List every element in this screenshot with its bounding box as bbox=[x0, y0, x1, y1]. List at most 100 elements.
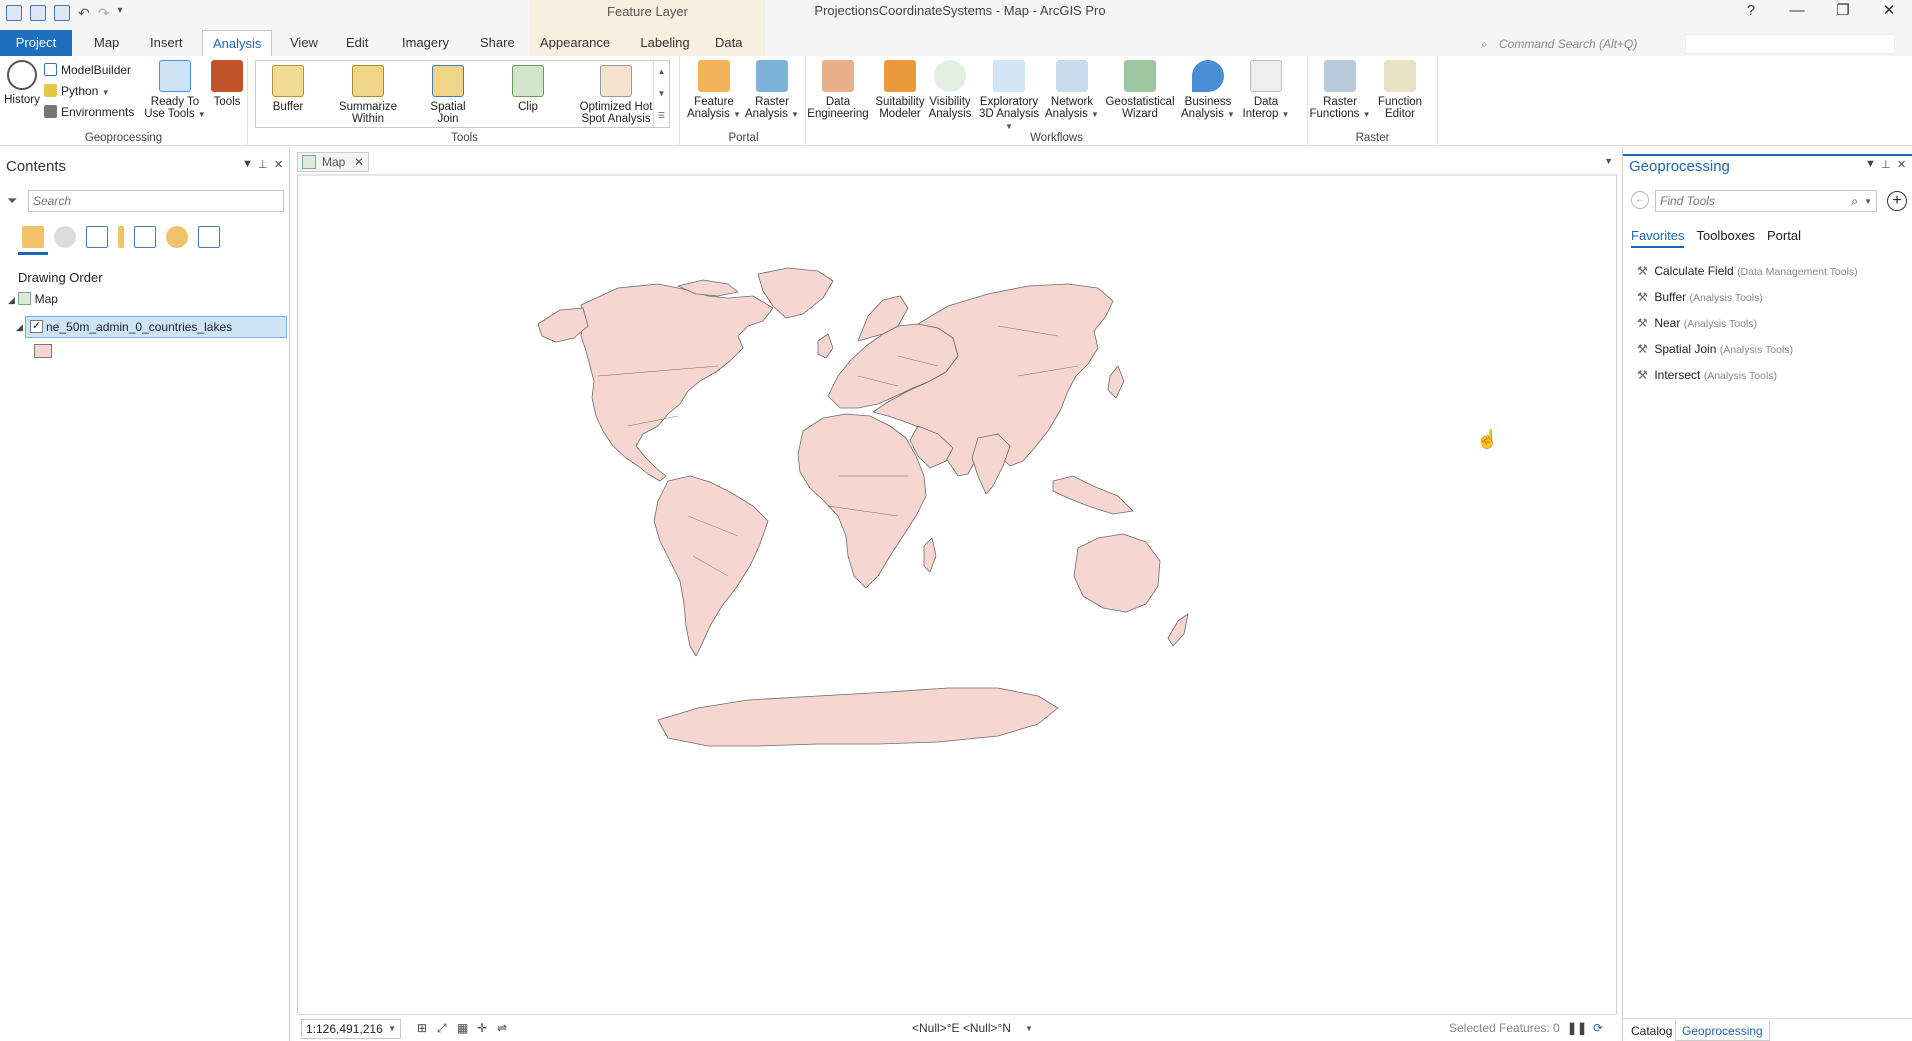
chevron-down-icon[interactable]: ▼ bbox=[1864, 192, 1872, 212]
redo-icon[interactable]: ↷ bbox=[98, 5, 110, 22]
tab-insert[interactable]: Insert bbox=[140, 30, 193, 56]
tab-edit[interactable]: Edit bbox=[336, 30, 378, 56]
pin-icon[interactable]: ⊥ bbox=[1881, 158, 1891, 171]
close-button[interactable]: ✕ bbox=[1866, 0, 1912, 24]
minimize-button[interactable]: — bbox=[1774, 0, 1820, 24]
list-item[interactable]: ⚒ Intersect (Analysis Tools) bbox=[1637, 362, 1858, 388]
close-icon[interactable]: ✕ bbox=[354, 153, 364, 171]
tab-map[interactable]: Map bbox=[84, 30, 129, 56]
layer-visibility-checkbox[interactable]: ✓ bbox=[30, 320, 43, 333]
fixed-zoom-icon[interactable]: ⤢ bbox=[437, 1021, 447, 1036]
tab-project[interactable]: Project bbox=[0, 30, 72, 56]
environments-button[interactable]: Environments bbox=[44, 102, 134, 122]
function-editor-button[interactable]: Function Editor bbox=[1368, 60, 1432, 120]
layer-row[interactable]: ✓ ne_50m_admin_0_countries_lakes bbox=[25, 316, 287, 338]
list-by-labeling-icon[interactable] bbox=[166, 226, 188, 248]
scroll-down-icon[interactable]: ▼ bbox=[654, 83, 669, 105]
tab-catalog[interactable]: Catalog bbox=[1625, 1021, 1678, 1041]
tab-labeling[interactable]: Labeling bbox=[625, 30, 705, 56]
list-item[interactable]: ⚒ Spatial Join (Analysis Tools) bbox=[1637, 336, 1858, 362]
restore-button[interactable]: ❐ bbox=[1820, 0, 1866, 24]
pin-icon[interactable]: ⊥ bbox=[258, 158, 268, 171]
tab-analysis[interactable]: Analysis bbox=[202, 30, 273, 56]
list-by-drawing-order-icon[interactable] bbox=[22, 226, 44, 248]
list-by-editing-icon[interactable] bbox=[118, 226, 124, 248]
grid-icon[interactable]: ▦ bbox=[457, 1021, 468, 1035]
layer-expand-icon[interactable]: ◢ bbox=[16, 322, 23, 333]
spatial-join-button[interactable]: Spatial Join bbox=[416, 65, 480, 125]
feature-analysis-button[interactable]: Feature Analysis ▼ bbox=[682, 60, 746, 121]
coordinate-readout[interactable]: <Null>°E <Null>°N bbox=[912, 1021, 1011, 1035]
tab-appearance[interactable]: Appearance bbox=[530, 30, 625, 56]
list-item[interactable]: ⚒ Calculate Field (Data Management Tools… bbox=[1637, 258, 1858, 284]
exploratory-3d-analysis-button[interactable]: Exploratory 3D Analysis ▼ bbox=[974, 60, 1044, 133]
add-icon[interactable]: + bbox=[1887, 191, 1907, 211]
map-view-tab[interactable]: Map ✕ bbox=[297, 152, 369, 172]
snapping-icon[interactable]: ✛ bbox=[477, 1021, 487, 1035]
raster-analysis-button[interactable]: Raster Analysis ▼ bbox=[740, 60, 804, 121]
pause-drawing-icon[interactable]: ❚❚ bbox=[1567, 1021, 1587, 1035]
map-node[interactable]: ◢ Map bbox=[8, 292, 58, 306]
scroll-up-icon[interactable]: ▲ bbox=[654, 61, 669, 83]
geostatistical-wizard-button[interactable]: Geostatistical Wizard bbox=[1102, 60, 1178, 120]
close-icon[interactable]: ✕ bbox=[274, 158, 283, 171]
layer-symbol-swatch[interactable] bbox=[34, 344, 52, 358]
python-button[interactable]: Python ▼ bbox=[44, 81, 110, 101]
business-analysis-button[interactable]: Business Analysis ▼ bbox=[1176, 60, 1240, 121]
help-button[interactable]: ? bbox=[1728, 0, 1774, 24]
list-by-data-source-icon[interactable] bbox=[54, 226, 76, 248]
network-analysis-button[interactable]: Network Analysis ▼ bbox=[1040, 60, 1104, 121]
tab-data[interactable]: Data bbox=[705, 30, 765, 56]
gallery-expand-icon[interactable]: ☰ bbox=[654, 105, 669, 127]
filter-icon[interactable]: ⏷ bbox=[7, 193, 17, 209]
visibility-analysis-button[interactable]: Visibility Analysis bbox=[922, 60, 978, 120]
tab-portal[interactable]: Portal bbox=[1767, 228, 1801, 248]
pane-options-icon[interactable]: ▼ bbox=[1865, 158, 1876, 170]
list-item[interactable]: ⚒ Buffer (Analysis Tools) bbox=[1637, 284, 1858, 310]
customize-qat-icon[interactable]: ▾ bbox=[117, 5, 122, 22]
refresh-icon[interactable]: ⟳ bbox=[1593, 1021, 1603, 1035]
tab-view[interactable]: View bbox=[280, 30, 328, 56]
ready-to-use-tools-button[interactable]: Ready To Use Tools ▼ bbox=[144, 60, 206, 121]
raster-functions-button[interactable]: Raster Functions ▼ bbox=[1308, 60, 1372, 121]
gallery-scroll[interactable]: ▲ ▼ ☰ bbox=[653, 61, 669, 127]
search-icon[interactable]: ⌕ bbox=[1851, 191, 1858, 211]
scale-selector[interactable]: 1:126,491,216 ▼ bbox=[301, 1019, 401, 1039]
measure-icon[interactable]: ⇌ bbox=[497, 1021, 507, 1035]
tab-favorites[interactable]: Favorites bbox=[1631, 228, 1685, 248]
list-item[interactable]: ⚒ Near (Analysis Tools) bbox=[1637, 310, 1858, 336]
chevron-down-icon[interactable]: ▼ bbox=[388, 1020, 396, 1038]
modelbuilder-button[interactable]: ModelBuilder bbox=[44, 60, 131, 80]
clip-button[interactable]: Clip bbox=[496, 65, 560, 113]
tab-toolboxes[interactable]: Toolboxes bbox=[1696, 228, 1755, 248]
sign-in-box[interactable] bbox=[1685, 34, 1895, 54]
summarize-within-button[interactable]: Summarize Within bbox=[336, 65, 400, 125]
full-extent-icon[interactable]: ⊞ bbox=[417, 1021, 427, 1035]
undo-icon[interactable]: ↶ bbox=[78, 5, 90, 22]
optimized-hot-spot-button[interactable]: Optimized Hot Spot Analysis bbox=[576, 65, 656, 125]
data-interop-button[interactable]: Data Interop ▼ bbox=[1234, 60, 1298, 121]
pane-options-icon[interactable]: ▼ bbox=[242, 158, 253, 170]
tab-geoprocessing[interactable]: Geoprocessing bbox=[1675, 1021, 1770, 1041]
chevron-down-icon[interactable]: ▼ bbox=[1025, 1024, 1033, 1033]
world-map[interactable] bbox=[298, 176, 1616, 1014]
data-engineering-button[interactable]: Data Engineering bbox=[806, 60, 870, 120]
map-canvas[interactable]: ☝ bbox=[297, 174, 1617, 1014]
list-by-snapping-icon[interactable] bbox=[134, 226, 156, 248]
view-options-icon[interactable]: ▼ bbox=[1604, 156, 1613, 166]
history-button[interactable]: History bbox=[0, 60, 44, 106]
tab-imagery[interactable]: Imagery bbox=[392, 30, 459, 56]
new-project-icon[interactable] bbox=[6, 5, 22, 21]
back-arrow-icon[interactable]: ← bbox=[1631, 191, 1649, 209]
expand-triangle-icon[interactable]: ◢ bbox=[8, 295, 15, 305]
tools-button[interactable]: Tools bbox=[204, 60, 250, 108]
contents-search-input[interactable]: Search bbox=[28, 190, 284, 212]
list-by-perspective-icon[interactable] bbox=[198, 226, 220, 248]
tab-share[interactable]: Share bbox=[470, 30, 525, 56]
open-project-icon[interactable] bbox=[30, 5, 46, 21]
close-icon[interactable]: ✕ bbox=[1897, 158, 1906, 171]
command-search[interactable]: ⌕ Command Search (Alt+Q) bbox=[1475, 34, 1685, 54]
buffer-button[interactable]: Buffer bbox=[256, 65, 320, 113]
find-tools-input[interactable]: Find Tools ⌕ ▼ bbox=[1655, 190, 1877, 212]
list-by-selection-icon[interactable] bbox=[86, 226, 108, 248]
